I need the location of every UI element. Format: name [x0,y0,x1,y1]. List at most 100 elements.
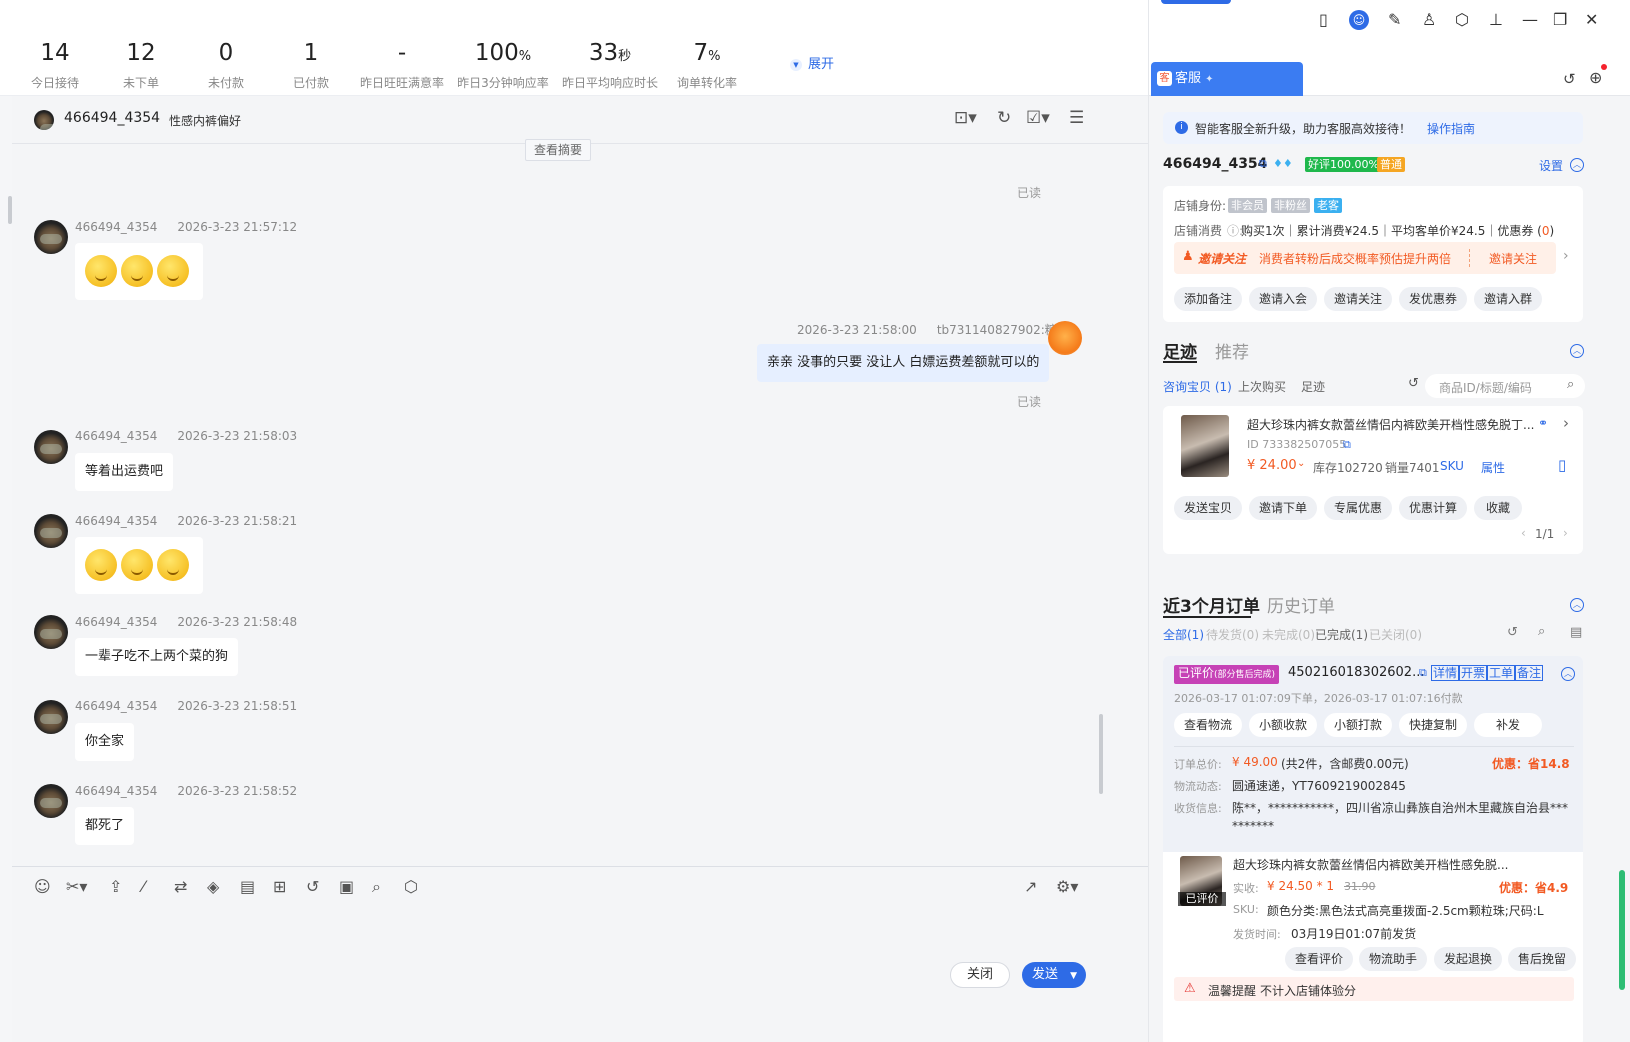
sender-avatar[interactable] [34,430,68,464]
collapse-icon[interactable]: ︿ [1561,667,1575,681]
invite-group-button[interactable]: 邀请入群 [1474,287,1542,311]
aftersale-retain-button[interactable]: 售后挽留 [1508,947,1576,971]
customer-name[interactable]: 466494_4354 [64,110,160,126]
history-icon[interactable]: ↻ [997,108,1011,128]
reissue-button[interactable]: 补发 [1474,713,1542,737]
search-icon[interactable]: ⌕ [1567,377,1574,392]
dropdown-arrow-icon[interactable]: ▼ [1070,971,1077,981]
small-collect-button[interactable]: 小额收款 [1249,713,1317,737]
quick-phrase-icon[interactable]: ⁄ [142,877,145,896]
pin-icon[interactable]: ⊥ [1489,10,1503,29]
link-icon[interactable]: ⚭ [1538,416,1548,430]
subtab-footprint[interactable]: 足迹 [1301,378,1325,395]
menu-icon[interactable]: ☰ [1069,108,1084,128]
return-exchange-button[interactable]: 发起退换 [1434,947,1502,971]
invite-member-button[interactable]: 邀请入会 [1249,287,1317,311]
prev-page-icon[interactable]: ‹ [1521,526,1526,540]
chat-scrollbar[interactable] [1099,714,1103,794]
user-service-icon[interactable]: ☺ [1349,10,1369,30]
attribute-dropdown[interactable]: 属性 [1481,459,1505,476]
invite-order-button[interactable]: 邀请下单 [1249,496,1317,520]
add-note-button[interactable]: 添加备注 [1174,287,1242,311]
minimize-icon[interactable]: — [1522,10,1538,29]
tab-history-orders[interactable]: 历史订单 [1267,592,1335,617]
sender-avatar[interactable] [34,784,68,818]
send-item-button[interactable]: 发送宝贝 [1174,496,1242,520]
message-bubble[interactable] [75,243,203,300]
video-call-icon[interactable]: ⊡▾ [954,108,977,128]
emoji-picker-icon[interactable]: ☺ [34,877,51,896]
chevron-down-icon[interactable]: ⌄ [1297,458,1305,469]
pin-icon[interactable]: ✦ [1205,74,1213,85]
restore-icon[interactable]: ❐ [1553,10,1567,29]
view-review-button[interactable]: 查看评价 [1285,947,1353,971]
filter-closed[interactable]: 已关闭(0) [1369,626,1422,643]
transfer-icon[interactable]: ⇄ [174,877,187,896]
filter-all[interactable]: 全部(1) [1163,626,1204,643]
settings-link[interactable]: 设置 [1539,157,1563,174]
copy-icon[interactable]: ⧉ [1419,666,1427,680]
product-title[interactable]: 超大珍珠内裤女款蕾丝情侣内裤欧美开档性感免脱丁... [1247,416,1534,433]
upload-icon[interactable]: ⇪ [109,877,122,896]
stat-satisfaction[interactable]: - 昨日旺旺满意率 [347,38,457,91]
logistics-value[interactable]: 圆通速递，YT7609219002845 [1232,777,1406,794]
add-tab-icon[interactable]: ⊕ [1589,68,1602,87]
exclusive-offer-button[interactable]: 专属优惠 [1324,496,1392,520]
stat-conversion[interactable]: 7% 询单转化率 [652,38,762,91]
refresh-icon[interactable]: ↺ [1507,625,1518,640]
logistics-helper-button[interactable]: 物流助手 [1359,947,1427,971]
chat-settings-icon[interactable]: ⚙▾ [1056,877,1078,896]
coupon-icon[interactable]: ◈ [207,877,219,896]
stat-response-rate[interactable]: 100% 昨日3分钟响应率 [448,38,558,91]
message-bubble[interactable] [75,537,203,594]
product-search-input[interactable]: 商品ID/标题/编码 ⌕ [1425,374,1585,398]
message-bubble[interactable]: 都死了 [75,807,135,845]
send-coupon-button[interactable]: 发优惠券 [1399,287,1467,311]
sender-avatar[interactable] [34,514,68,548]
invite-follow-button[interactable]: 邀请关注 [1324,287,1392,311]
filter-incomplete[interactable]: 未完成(0) [1262,626,1315,643]
sender-avatar[interactable] [34,220,68,254]
favorite-button[interactable]: 收藏 [1474,496,1522,520]
screenshot-icon[interactable]: ✂▾ [66,877,87,896]
chevron-right-icon[interactable]: › [1563,414,1569,432]
discount-calc-button[interactable]: 优惠计算 [1399,496,1467,520]
expand-button[interactable]: ▼ 展开 [790,53,834,72]
refresh-icon[interactable]: ↺ [1563,70,1576,88]
list-icon[interactable]: ▤ [1570,625,1582,640]
sender-avatar[interactable] [34,615,68,649]
agent-avatar[interactable] [1048,321,1082,355]
customer-id[interactable]: 466494_4354 [1163,156,1267,172]
tab-recommend[interactable]: 推荐 [1215,338,1249,363]
send-button[interactable]: 发送 ▼ [1022,962,1086,988]
order-icon[interactable]: ▤ [240,877,255,896]
tab-customer-service[interactable]: 客客服 ✦ [1151,62,1303,96]
tab-recent-orders[interactable]: 近3个月订单 [1163,592,1260,617]
message-bubble[interactable]: 一辈子吃不上两个菜的狗 [75,638,239,676]
collapse-icon[interactable]: ︿ [1570,344,1584,358]
search-icon[interactable]: ⌕ [1538,624,1545,639]
order-item-title[interactable]: 超大珍珠内裤女款蕾丝情侣内裤欧美开档性感免脱... [1233,856,1508,873]
mobile-icon[interactable]: ▯ [1558,456,1566,474]
document-icon[interactable]: ▣ [339,877,354,896]
message-bubble[interactable]: 亲亲 没事的只要 没让人 白嫖运费差额就可以的 [757,344,1050,382]
add-card-icon[interactable]: ⊞ [273,877,286,896]
panel-scrollbar[interactable] [1619,870,1625,990]
order-detail-link[interactable]: 详情 [1431,665,1460,681]
filter-completed[interactable]: 已完成(1) [1315,626,1368,643]
customer-avatar[interactable] [34,110,54,130]
stat-response-time[interactable]: 33秒 昨日平均响应时长 [555,38,665,91]
refresh-icon[interactable]: ↺ [306,877,319,896]
subtab-last-purchase[interactable]: 上次购买 [1238,378,1286,395]
guide-link[interactable]: 操作指南 [1427,120,1475,137]
order-number[interactable]: 450216018302602... [1288,665,1424,680]
subtab-consult-items[interactable]: 咨询宝贝 (1) [1163,378,1232,395]
next-page-icon[interactable]: › [1563,526,1568,540]
collapse-icon[interactable]: ︿ [1570,158,1584,172]
share-icon[interactable]: ↗ [1024,877,1037,896]
copy-icon[interactable]: ⧉ [1259,157,1267,171]
invite-follow-link[interactable]: 邀请关注 [1489,250,1537,267]
settings-icon[interactable]: ⬡ [404,877,418,896]
message-bubble[interactable]: 你全家 [75,723,135,761]
quick-copy-button[interactable]: 快捷复制 [1399,713,1467,737]
